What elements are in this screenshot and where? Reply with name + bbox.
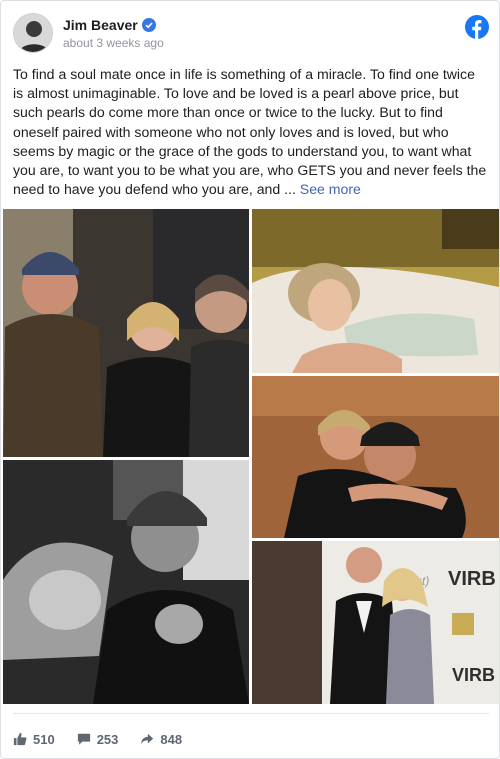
post-text: To find a soul mate once in life is some… — [13, 66, 487, 198]
engagement-stats: 510 253 848 — [13, 729, 204, 749]
verified-check-icon — [141, 18, 156, 32]
share-icon — [141, 733, 154, 745]
post-card: Jim Beaver about 3 weeks ago To find a s… — [0, 0, 500, 759]
likes-stat[interactable]: 510 — [13, 732, 55, 747]
photo-3[interactable] — [252, 376, 499, 538]
photo-5[interactable]: VIRB VIRB mt) — [252, 541, 499, 704]
facebook-icon[interactable] — [465, 15, 489, 39]
photo-4[interactable] — [3, 460, 249, 704]
svg-text:VIRB: VIRB — [448, 568, 496, 590]
photo-1[interactable] — [3, 209, 249, 457]
comments-count: 253 — [96, 731, 119, 747]
author-name[interactable]: Jim Beaver — [63, 17, 138, 33]
svg-text:VIRB: VIRB — [452, 665, 495, 685]
photo-2[interactable] — [252, 209, 499, 373]
likes-count: 510 — [33, 731, 55, 747]
see-more-link[interactable]: See more — [300, 181, 361, 197]
comments-stat[interactable]: 253 — [77, 731, 119, 747]
thumbs-up-icon — [13, 732, 27, 746]
post-timestamp[interactable]: about 3 weeks ago — [63, 36, 164, 50]
shares-stat[interactable]: 848 — [140, 732, 182, 747]
shares-count: 848 — [160, 731, 183, 747]
footer-divider — [13, 713, 489, 714]
author-name-row: Jim Beaver — [63, 17, 156, 33]
post-header: Jim Beaver about 3 weeks ago — [13, 13, 489, 55]
post-body: To find a soul mate once in life is some… — [13, 65, 489, 199]
author-avatar[interactable] — [13, 13, 53, 53]
comment-icon — [77, 733, 90, 745]
